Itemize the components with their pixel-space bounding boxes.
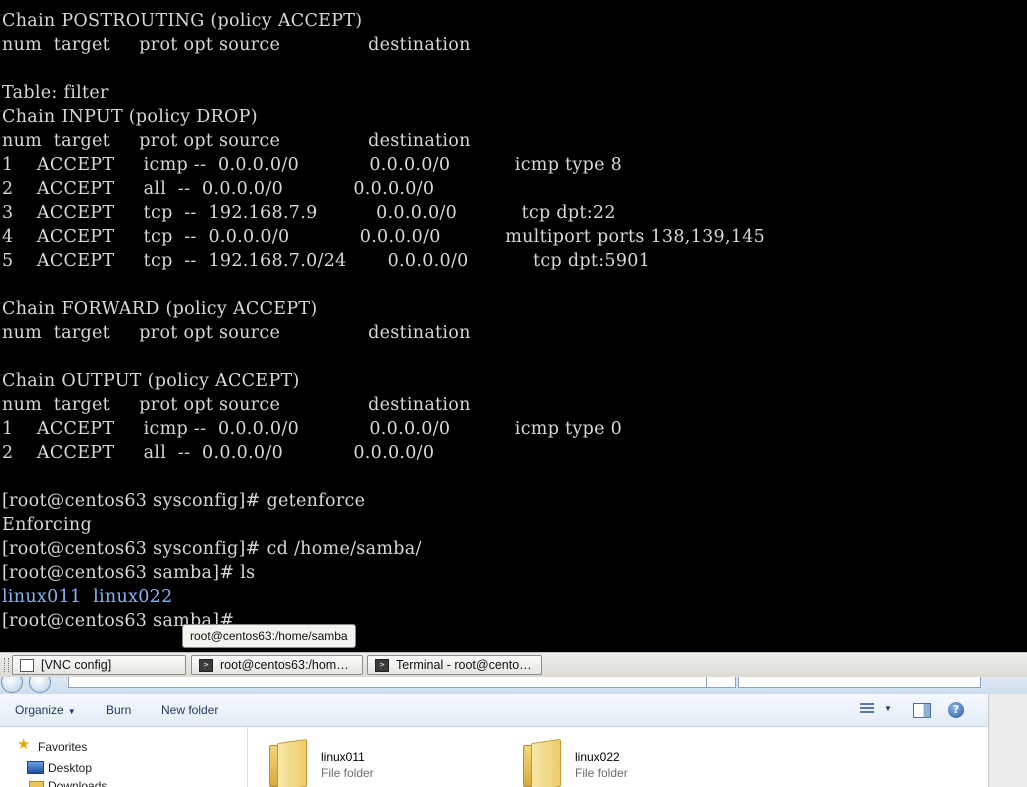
task-label: Terminal - root@cento… — [396, 658, 532, 672]
desktop-icon — [27, 761, 44, 774]
task-vnc-config[interactable]: [VNC config] — [12, 655, 186, 675]
nav-item-desktop[interactable]: Desktop — [48, 761, 92, 775]
terminal-line: [root@centos63 samba]# ls — [2, 563, 256, 583]
terminal-line: 5 ACCEPT tcp -- 192.168.7.0/24 0.0.0.0/0… — [2, 251, 651, 271]
chevron-down-icon[interactable]: ▼ — [884, 704, 892, 722]
terminal-line: Chain OUTPUT (policy ACCEPT) — [2, 371, 300, 391]
address-bar-area — [0, 677, 1027, 694]
folder-type: File folder — [575, 766, 628, 780]
task-label: [VNC config] — [41, 658, 112, 672]
folder-item-linux022[interactable]: linux022 File folder — [502, 735, 732, 787]
star-icon: ★ — [17, 736, 31, 753]
organize-button[interactable]: Organize ▼ — [15, 703, 76, 717]
terminal-line: Chain INPUT (policy DROP) — [2, 107, 258, 127]
terminal-line: 1 ACCEPT icmp -- 0.0.0.0/0 0.0.0.0/0 icm… — [2, 155, 623, 175]
navigation-pane: ★ Favorites Desktop Downloads — [0, 727, 248, 787]
preview-pane-icon[interactable] — [913, 703, 931, 718]
terminal-icon: > — [375, 659, 389, 672]
terminal-line: 3 ACCEPT tcp -- 192.168.7.9 0.0.0.0/0 tc… — [2, 203, 616, 223]
view-options-icon[interactable] — [860, 701, 874, 719]
folder-name: linux011 — [321, 750, 365, 764]
terminal-line: 1 ACCEPT icmp -- 0.0.0.0/0 0.0.0.0/0 icm… — [2, 419, 623, 439]
terminal-line: num target prot opt source destination — [2, 395, 471, 415]
task-terminal-samba[interactable]: > root@centos63:/hom… — [191, 655, 363, 675]
task-terminal-root[interactable]: > Terminal - root@cento… — [367, 655, 542, 675]
address-input[interactable] — [68, 677, 736, 688]
search-input[interactable] — [738, 677, 981, 688]
burn-button[interactable]: Burn — [106, 703, 131, 717]
address-divider — [706, 677, 707, 687]
terminal-line: 2 ACCEPT all -- 0.0.0.0/0 0.0.0.0/0 — [2, 179, 435, 199]
forward-button[interactable] — [29, 677, 51, 693]
nav-item-favorites[interactable]: Favorites — [38, 740, 87, 754]
terminal-line: Chain POSTROUTING (policy ACCEPT) — [2, 11, 363, 31]
taskbar: [VNC config] > root@centos63:/hom… > Ter… — [0, 652, 1027, 677]
downloads-folder-icon — [29, 781, 44, 787]
folder-type: File folder — [321, 766, 374, 780]
terminal-line: num target prot opt source destination — [2, 323, 471, 343]
terminal-ls-output: linux011 linux022 — [2, 587, 173, 607]
terminal-line: Table: filter — [2, 83, 109, 103]
terminal-line: 4 ACCEPT tcp -- 0.0.0.0/0 0.0.0.0/0 mult… — [2, 227, 766, 247]
nav-item-downloads[interactable]: Downloads — [48, 779, 107, 787]
terminal-line: num target prot opt source destination — [2, 35, 471, 55]
terminal-line: [root@centos63 sysconfig]# cd /home/samb… — [2, 539, 422, 559]
window-tooltip: root@centos63:/home/samba — [182, 624, 356, 648]
file-explorer-window: Organize ▼ Burn New folder ▼ ? ★ Favorite… — [0, 677, 1027, 787]
terminal-line: Chain FORWARD (policy ACCEPT) — [2, 299, 318, 319]
terminal-line: 2 ACCEPT all -- 0.0.0.0/0 0.0.0.0/0 — [2, 443, 435, 463]
command-bar: Organize ▼ Burn New folder ▼ ? — [0, 694, 988, 727]
organize-label: Organize — [15, 703, 64, 717]
back-button[interactable] — [1, 677, 23, 693]
folder-name: linux022 — [575, 750, 620, 764]
folder-item-linux011[interactable]: linux011 File folder — [248, 735, 478, 787]
window-icon — [20, 659, 34, 672]
taskbar-grip[interactable] — [4, 658, 9, 672]
help-icon[interactable]: ? — [948, 702, 964, 718]
terminal-line: num target prot opt source destination — [2, 131, 471, 151]
folder-contents: linux011 File folder linux022 File folde… — [248, 727, 988, 787]
task-label: root@centos63:/hom… — [220, 658, 349, 672]
vertical-scrollbar[interactable] — [988, 694, 1027, 787]
chevron-down-icon: ▼ — [67, 707, 76, 716]
folder-icon — [523, 738, 561, 787]
terminal-icon: > — [199, 659, 213, 672]
terminal-line: [root@centos63 sysconfig]# getenforce — [2, 491, 366, 511]
folder-icon — [269, 738, 307, 787]
terminal-line: Enforcing — [2, 515, 92, 535]
terminal-window[interactable]: Chain POSTROUTING (policy ACCEPT) num ta… — [0, 0, 1027, 652]
new-folder-button[interactable]: New folder — [161, 703, 218, 717]
